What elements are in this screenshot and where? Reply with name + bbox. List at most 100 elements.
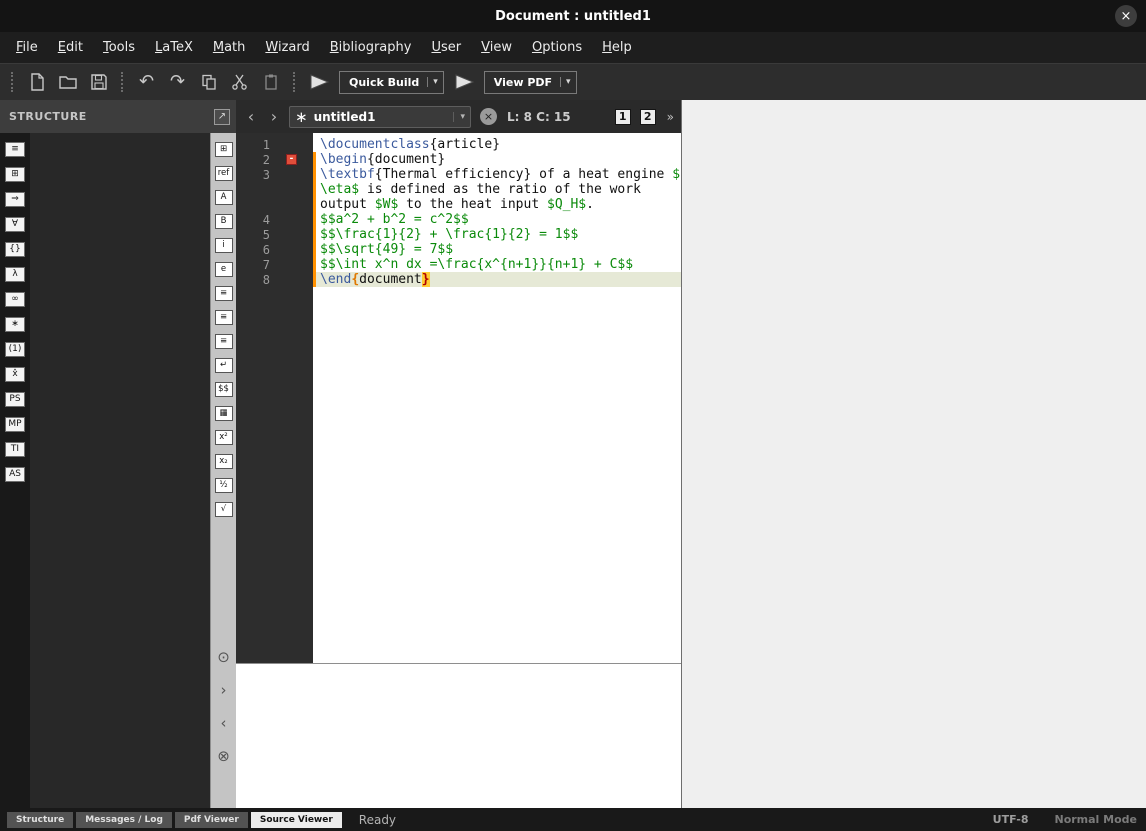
undo-icon: ↶ bbox=[139, 73, 154, 91]
copy-icon bbox=[199, 72, 219, 92]
bold-icon[interactable]: B bbox=[215, 214, 233, 229]
ref-icon[interactable]: ref bbox=[215, 166, 233, 181]
menu-wizard[interactable]: Wizard bbox=[255, 35, 319, 60]
redo-button[interactable]: ↷ bbox=[164, 69, 191, 96]
window-close-button[interactable]: × bbox=[1115, 5, 1137, 27]
menu-file[interactable]: File bbox=[6, 35, 48, 60]
document-tab[interactable]: ∗ untitled1 ▾ bbox=[289, 106, 471, 128]
misc-math-tab[interactable]: ∞ bbox=[5, 292, 25, 307]
eye-icon[interactable]: ⊙ bbox=[217, 650, 230, 665]
matrix-icon[interactable]: ▦ bbox=[215, 406, 233, 421]
numbering-tab[interactable]: (1) bbox=[5, 342, 25, 357]
superscript-icon[interactable]: x² bbox=[215, 430, 233, 445]
mode-indicator: Normal Mode bbox=[1054, 813, 1137, 826]
next-icon[interactable]: › bbox=[221, 683, 227, 698]
menu-latex[interactable]: LaTeX bbox=[145, 35, 203, 60]
view-pdf-run-button[interactable] bbox=[452, 73, 476, 91]
line-number: 2 bbox=[236, 153, 270, 167]
nav-back-icon[interactable]: ‹ bbox=[243, 107, 259, 126]
menu-edit[interactable]: Edit bbox=[48, 35, 93, 60]
paste-button[interactable] bbox=[257, 69, 284, 96]
code-line[interactable]: \end{document} bbox=[313, 272, 681, 287]
menu-help[interactable]: Help bbox=[592, 35, 642, 60]
log-pane bbox=[236, 664, 681, 808]
tabular-icon[interactable]: ⊞ bbox=[215, 142, 233, 157]
open-file-button[interactable] bbox=[54, 69, 81, 96]
prev-icon[interactable]: ‹ bbox=[221, 716, 227, 731]
display-math-icon[interactable]: $$ bbox=[215, 382, 233, 397]
menu-view[interactable]: View bbox=[471, 35, 522, 60]
line-number: 1 bbox=[236, 138, 270, 152]
menu-options[interactable]: Options bbox=[522, 35, 592, 60]
label-icon[interactable]: A bbox=[215, 190, 233, 205]
code-line[interactable]: $$a^2 + b^2 = c^2$$ bbox=[313, 212, 681, 227]
code-editor[interactable]: \documentclass{article}\begin{document}\… bbox=[313, 133, 681, 663]
quick-build-run-button[interactable] bbox=[307, 73, 331, 91]
relations-tab[interactable]: ⊞ bbox=[5, 167, 25, 182]
greek-letters-tab[interactable]: λ bbox=[5, 267, 25, 282]
statusbar-pdf-viewer-button[interactable]: Pdf Viewer bbox=[175, 812, 248, 828]
align-right-icon[interactable]: ≡ bbox=[215, 334, 233, 349]
new-document-button[interactable] bbox=[23, 69, 50, 96]
arrows-tab[interactable]: ⇒ bbox=[5, 192, 25, 207]
metapost-tab[interactable]: MP bbox=[5, 417, 25, 432]
view-pdf-dropdown[interactable]: View PDF ▾ bbox=[484, 71, 577, 94]
code-line[interactable]: $$\frac{1}{2} + \frac{1}{2} = 1$$ bbox=[313, 227, 681, 242]
menu-tools[interactable]: Tools bbox=[93, 35, 145, 60]
code-line[interactable]: $$\int x^n dx =\frac{x^{n+1}}{n+1} + C$$ bbox=[313, 257, 681, 272]
editor-tab-bar: ‹ › ∗ untitled1 ▾ × L: 8 C: 15 12 » bbox=[236, 100, 681, 133]
fold-collapse-icon[interactable]: - bbox=[286, 154, 297, 165]
statusbar-messages-log-button[interactable]: Messages / Log bbox=[76, 812, 172, 828]
misc-symbols-tab[interactable]: ∀ bbox=[5, 217, 25, 232]
italic-icon[interactable]: i bbox=[215, 238, 233, 253]
code-line[interactable]: output $W$ to the heat input $Q_H$. bbox=[313, 197, 681, 212]
emph-icon[interactable]: e bbox=[215, 262, 233, 277]
tab-dropdown-icon[interactable]: ▾ bbox=[453, 112, 465, 122]
code-line[interactable]: \documentclass{article} bbox=[313, 137, 681, 152]
accents-tab[interactable]: x̂ bbox=[5, 367, 25, 382]
toolbar-grip bbox=[293, 72, 296, 92]
undo-button[interactable]: ↶ bbox=[133, 69, 160, 96]
asymptote-tab[interactable]: AS bbox=[5, 467, 25, 482]
editor-view-buttons: 12 bbox=[606, 109, 656, 125]
delimiters-tab[interactable]: {} bbox=[5, 242, 25, 257]
code-segment: } bbox=[422, 272, 430, 287]
align-left-icon[interactable]: ≡ bbox=[215, 286, 233, 301]
nav-forward-icon[interactable]: › bbox=[266, 107, 282, 126]
statusbar-structure-button[interactable]: Structure bbox=[7, 812, 73, 828]
statusbar-source-viewer-button[interactable]: Source Viewer bbox=[251, 812, 342, 828]
tikz-tab[interactable]: TI bbox=[5, 442, 25, 457]
statusbar-buttons: StructureMessages / LogPdf ViewerSource … bbox=[7, 812, 345, 828]
detach-panel-icon[interactable]: ↗ bbox=[214, 109, 230, 125]
save-button[interactable] bbox=[85, 69, 112, 96]
code-line[interactable]: \eta$ is defined as the ratio of the wor… bbox=[313, 182, 681, 197]
editor-view-button-1[interactable]: 1 bbox=[615, 109, 631, 125]
menu-bibliography[interactable]: Bibliography bbox=[320, 35, 422, 60]
sqrt-icon[interactable]: √ bbox=[215, 502, 233, 517]
structure-panel-header: STRUCTURE ↗ bbox=[0, 100, 236, 133]
fraction-icon[interactable]: ½ bbox=[215, 478, 233, 493]
close-document-icon[interactable]: × bbox=[480, 108, 497, 125]
code-line[interactable]: \textbf{Thermal efficiency} of a heat en… bbox=[313, 167, 681, 182]
menu-math[interactable]: Math bbox=[203, 35, 256, 60]
editor-view-button-2[interactable]: 2 bbox=[640, 109, 656, 125]
code-line[interactable]: \begin{document} bbox=[313, 152, 681, 167]
subscript-icon[interactable]: x₂ bbox=[215, 454, 233, 469]
fold-area bbox=[270, 137, 313, 152]
special-symbols-tab[interactable]: ∗ bbox=[5, 317, 25, 332]
quick-build-dropdown[interactable]: Quick Build ▾ bbox=[339, 71, 444, 94]
toolbar-overflow-icon[interactable]: » bbox=[667, 110, 674, 124]
align-center-icon[interactable]: ≡ bbox=[215, 310, 233, 325]
copy-button[interactable] bbox=[195, 69, 222, 96]
code-segment: $W$ bbox=[375, 197, 398, 212]
menu-user[interactable]: User bbox=[421, 35, 471, 60]
most-used-symbols-tab[interactable]: ≡ bbox=[5, 142, 25, 157]
code-segment: {article} bbox=[430, 137, 500, 152]
cut-button[interactable] bbox=[226, 69, 253, 96]
stop-icon[interactable]: ⊗ bbox=[217, 749, 230, 764]
newline-icon[interactable]: ↵ bbox=[215, 358, 233, 373]
code-line[interactable]: $$\sqrt{49} = 7$$ bbox=[313, 242, 681, 257]
code-segment: $$\int x^n dx =\frac{x^{n+1}}{n+1} + C$$ bbox=[320, 257, 633, 272]
run-arrow-icon bbox=[452, 73, 476, 91]
pstricks-tab[interactable]: PS bbox=[5, 392, 25, 407]
